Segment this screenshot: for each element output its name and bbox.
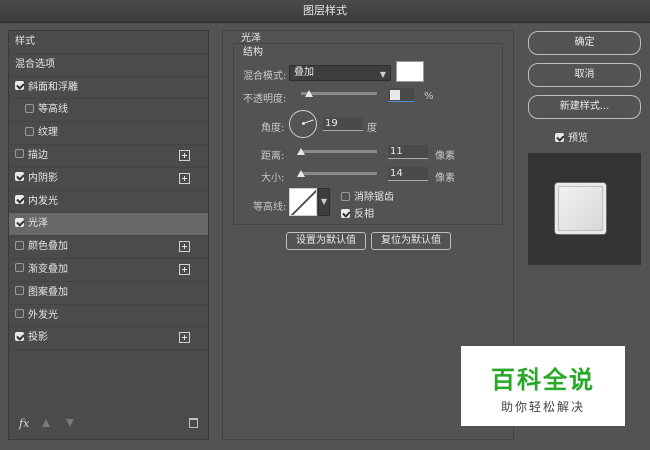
angle-unit: 度	[367, 123, 377, 134]
size-unit: 像素	[435, 173, 455, 184]
dialog-title: 图层样式	[0, 0, 650, 23]
style-item[interactable]: 等高线	[9, 99, 208, 123]
angle-dial[interactable]	[289, 110, 317, 138]
cancel-button[interactable]: 取消	[528, 63, 641, 87]
style-list-header[interactable]: 样式	[9, 31, 208, 54]
style-item[interactable]: 内阴影	[9, 168, 208, 191]
style-item-label: 描边	[28, 149, 48, 161]
anti-alias-option[interactable]: 消除锯齿	[341, 188, 394, 203]
style-item-checkbox[interactable]	[15, 309, 24, 319]
opacity-label: 不透明度:	[243, 94, 287, 105]
style-item-checkbox[interactable]	[15, 195, 24, 205]
size-label: 大小:	[261, 173, 285, 184]
distance-input[interactable]: 11	[388, 145, 428, 159]
distance-label: 距离:	[261, 151, 285, 162]
fx-icon[interactable]: fx	[19, 417, 29, 430]
style-item-label: 纹理	[38, 127, 58, 139]
preview-thumbnail	[555, 183, 606, 234]
style-item[interactable]: 颜色叠加	[9, 236, 208, 259]
blend-mode-value: 叠加	[294, 67, 314, 78]
preview-option[interactable]: 预览	[555, 129, 588, 144]
size-slider[interactable]	[301, 172, 377, 175]
section-title: 光泽	[241, 33, 261, 44]
new-style-button[interactable]: 新建样式...	[528, 95, 641, 119]
blend-color-swatch[interactable]	[396, 61, 424, 82]
style-item-label: 混合选项	[15, 58, 55, 70]
opacity-slider-thumb[interactable]	[305, 90, 313, 97]
style-item-checkbox[interactable]	[15, 149, 24, 159]
style-item-checkbox[interactable]	[25, 126, 34, 136]
opacity-unit: %	[424, 91, 434, 102]
style-item-label: 渐变叠加	[28, 263, 68, 275]
style-item-checkbox[interactable]	[25, 103, 34, 113]
distance-unit: 像素	[435, 151, 455, 162]
style-item[interactable]: 描边	[9, 145, 208, 168]
preview-label: 预览	[568, 133, 588, 144]
size-input[interactable]: 14	[388, 167, 428, 181]
style-item-checkbox[interactable]	[15, 286, 24, 296]
anti-alias-label: 消除锯齿	[354, 192, 394, 203]
style-item[interactable]: 斜面和浮雕	[9, 77, 208, 100]
set-default-button[interactable]: 设置为默认值	[286, 232, 366, 250]
watermark-title: 百科全说	[491, 366, 595, 394]
style-item-label: 投影	[28, 332, 48, 344]
anti-alias-checkbox[interactable]	[341, 191, 350, 201]
chevron-down-icon: ▼	[379, 70, 386, 79]
style-item-checkbox[interactable]	[15, 217, 24, 227]
style-item-label: 内发光	[28, 195, 58, 207]
style-item[interactable]: 渐变叠加	[9, 259, 208, 282]
style-item[interactable]: 光泽	[9, 213, 208, 237]
style-item[interactable]: 内发光	[9, 191, 208, 214]
ok-button[interactable]: 确定	[528, 31, 641, 55]
style-preview	[528, 153, 641, 265]
style-item[interactable]: 投影	[9, 327, 208, 351]
watermark-subtitle: 助你轻松解决	[500, 400, 585, 414]
style-item-checkbox[interactable]	[15, 263, 24, 273]
opacity-input[interactable]	[388, 88, 414, 102]
style-item-checkbox[interactable]	[15, 81, 24, 91]
angle-input[interactable]: 19	[323, 117, 363, 131]
size-slider-thumb[interactable]	[297, 170, 305, 177]
blend-mode-select[interactable]: 叠加 ▼	[289, 65, 391, 81]
distance-slider[interactable]	[301, 150, 377, 153]
style-item-label: 颜色叠加	[28, 241, 68, 253]
add-effect-icon[interactable]	[179, 241, 190, 253]
style-item-label: 外发光	[28, 309, 58, 321]
invert-checkbox[interactable]	[341, 208, 350, 218]
structure-title: 结构	[243, 47, 263, 58]
invert-option[interactable]: 反相	[341, 205, 374, 220]
trash-icon[interactable]	[189, 418, 198, 428]
style-item-label: 内阴影	[28, 172, 58, 184]
style-item[interactable]: 图案叠加	[9, 282, 208, 305]
style-item-checkbox[interactable]	[15, 331, 24, 341]
style-item-checkbox[interactable]	[15, 240, 24, 250]
add-effect-icon[interactable]	[179, 263, 190, 275]
style-item[interactable]: 混合选项	[9, 54, 208, 77]
style-list: 样式 混合选项斜面和浮雕等高线纹理描边内阴影内发光光泽颜色叠加渐变叠加图案叠加外…	[8, 30, 209, 440]
style-item[interactable]: 纹理	[9, 122, 208, 145]
watermark: 百科全说 助你轻松解决	[461, 346, 625, 426]
style-list-footer: fx	[9, 411, 208, 439]
blend-mode-label: 混合模式:	[243, 71, 287, 82]
invert-label: 反相	[354, 209, 374, 220]
add-effect-icon[interactable]	[179, 149, 190, 161]
preview-checkbox[interactable]	[555, 132, 564, 142]
contour-label: 等高线:	[253, 202, 287, 213]
style-item[interactable]: 外发光	[9, 305, 208, 328]
move-down-icon[interactable]	[66, 419, 74, 427]
contour-preview[interactable]	[289, 188, 317, 216]
style-item-label: 等高线	[38, 104, 68, 116]
style-item-label: 斜面和浮雕	[28, 81, 78, 93]
style-item-label: 光泽	[28, 218, 48, 230]
angle-label: 角度:	[261, 123, 285, 134]
contour-dropdown[interactable]: ▼	[318, 188, 330, 216]
add-effect-icon[interactable]	[179, 332, 190, 344]
add-effect-icon[interactable]	[179, 172, 190, 184]
reset-default-button[interactable]: 复位为默认值	[371, 232, 451, 250]
style-item-checkbox[interactable]	[15, 172, 24, 182]
move-up-icon[interactable]	[42, 419, 50, 427]
distance-slider-thumb[interactable]	[297, 148, 305, 155]
style-item-label: 图案叠加	[28, 286, 68, 298]
